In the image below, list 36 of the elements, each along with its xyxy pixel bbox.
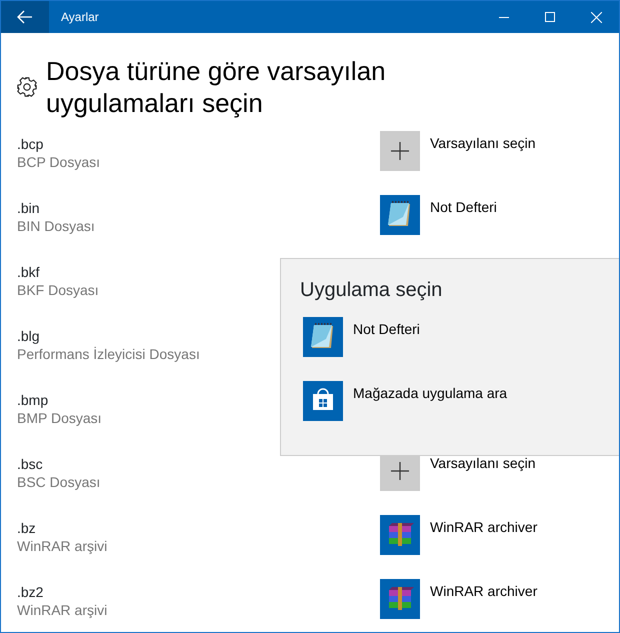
file-extension: .blg — [17, 327, 40, 345]
books-icon — [380, 515, 420, 555]
file-extension: .bcp — [17, 135, 44, 153]
app-option[interactable]: Mağazada uygulama ara — [303, 381, 508, 421]
notepad-icon — [380, 195, 420, 235]
file-type-description: BKF Dosyası — [17, 281, 99, 299]
file-type-description: WinRAR arşivi — [17, 601, 108, 619]
shopping-bag-icon — [303, 381, 343, 421]
flyout-title: Uygulama seçin — [300, 278, 444, 303]
default-app-button[interactable]: WinRAR archiver — [380, 579, 538, 619]
file-extension: .bsc — [17, 455, 43, 473]
default-app-button[interactable]: WinRAR archiver — [380, 515, 538, 555]
default-app-button[interactable]: Not Defteri — [380, 195, 497, 235]
maximize-icon — [545, 12, 555, 22]
file-extension: .bz2 — [17, 583, 44, 601]
back-button[interactable] — [1, 1, 49, 33]
file-extension: .bmp — [17, 391, 48, 409]
window-title: Ayarlar — [60, 9, 100, 26]
file-type-description: BCP Dosyası — [17, 153, 100, 171]
back-arrow-icon — [17, 10, 33, 24]
app-option[interactable]: Not Defteri — [303, 317, 420, 357]
file-extension: .bkf — [17, 263, 40, 281]
file-type-description: BIN Dosyası — [17, 217, 95, 235]
file-type-description: BMP Dosyası — [17, 409, 102, 427]
file-type-description: BSC Dosyası — [17, 473, 100, 491]
notepad-icon — [303, 317, 343, 357]
books-icon — [380, 579, 420, 619]
file-extension: .bin — [17, 199, 40, 217]
file-type-description: Performans İzleyicisi Dosyası — [17, 345, 200, 363]
default-app-button[interactable]: Varsayılanı seçin — [380, 131, 536, 171]
close-icon — [590, 12, 602, 22]
add-icon — [380, 131, 420, 171]
settings-icon — [16, 76, 38, 98]
file-type-description: WinRAR arşivi — [17, 537, 108, 555]
page-title: Dosya türüne göre varsayılan uygulamaları seçin — [46, 55, 387, 119]
file-extension: .bz — [17, 519, 36, 537]
